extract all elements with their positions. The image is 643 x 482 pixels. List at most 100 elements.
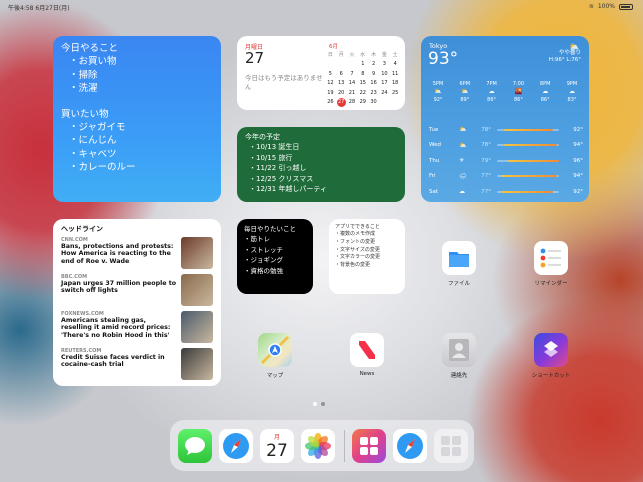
app-maps[interactable]: マップ [252,333,298,379]
hourly-forecast: 7:00 🌇 86° [507,80,529,104]
calendar-date: 13 [338,80,345,87]
calendar-date: 15 [359,80,366,87]
files-icon [442,241,476,275]
cloud-sun-icon: ⛅ [459,141,467,149]
cloud-sun-icon: ⛅ [461,88,469,95]
shopping-item: ・カレーのルー [69,162,136,173]
calendar-date: 3 [382,61,386,68]
app-library-icon[interactable] [434,429,468,463]
cloud-icon: ☁ [542,88,549,95]
widget-app-icon[interactable] [352,429,386,463]
daily-goals-item: ・ジョギング [244,256,283,264]
calendar-date: 7 [350,70,354,77]
weather-temp: 93° [428,49,459,69]
app-contacts[interactable]: 連絡先 [436,333,482,379]
calendar-app-icon[interactable]: 月 27 [260,429,294,463]
weather-widget[interactable]: Tokyo 93° ⛅ やや曇り H:96° L:76° 5PM ⛅ 92° 6PM ⛅… [421,36,589,202]
weather-condition: やや曇り H:96° L:76° [548,50,581,63]
temp-range-bar [497,159,559,162]
calendar-date: 23 [370,89,377,96]
cloud-sun-icon: ⛅ [434,88,442,95]
sun-icon: ☀ [459,157,465,165]
calendar-date: 2 [371,61,376,68]
calendar-date: 11 [391,70,399,77]
todo-item: ・洗濯 [69,83,98,94]
calendar-date: 16 [370,80,377,87]
news-headline: Japan urges 37 million people to switch … [61,280,177,295]
hourly-temp: 86° [513,97,523,103]
safari-recent-icon[interactable] [393,429,427,463]
news-app-icon [350,333,384,367]
reminders-label: リマインダー [534,281,568,287]
plans-widget[interactable]: 今年の予定 ・10/13 誕生日 ・10/15 旅行 ・11/22 引っ越し ・… [237,127,405,202]
plans-item: ・11/22 引っ越し [249,164,307,172]
hourly-temp: 92° [433,97,443,103]
plans-item: ・10/13 誕生日 [249,143,300,151]
status-right: ≋ 100% [589,3,633,10]
memo-item: ・複数のメモ作成 [335,231,376,237]
weather-daily: Tue ⛅ 78° 92° Wed ⛅ 78° 94° Thu ☀ 79° 96° Fri 🌧 77° 94°… [429,122,583,200]
hourly-forecast: 7PM ☁ 86° [481,80,503,104]
news-story[interactable]: BBC.COM Japan urges 37 million people to … [61,274,213,310]
safari-icon[interactable] [219,429,253,463]
plans-item: ・12/31 年越しパーティ [249,185,327,193]
page-indicator[interactable] [313,402,325,406]
news-widget[interactable]: ヘッドライン CNN.COM Bans, protections and prot… [53,219,221,386]
calendar-date: 17 [381,80,388,87]
page-dot[interactable] [313,402,317,406]
memo-title: アプリでできること [335,224,380,230]
weather-hourly: 5PM ⛅ 92° 6PM ⛅ 89° 7PM ☁ 86° 7:00 🌇 86° 8PM ☁ 86° 9PM ☁… [427,80,583,104]
calendar-weekday-header: 木 [371,52,377,59]
app-files[interactable]: ファイル [436,241,482,287]
calendar-date: 22 [359,89,366,96]
app-reminders[interactable]: リマインダー [528,241,574,287]
battery-icon [619,3,633,10]
calendar-date: 12 [327,80,334,87]
maps-label: マップ [266,373,284,379]
calendar-today: 27 [336,97,346,107]
wifi-icon: ≋ [588,3,594,10]
cloud-sun-icon: ⛅ [459,126,467,134]
hourly-temp: 83° [567,97,577,103]
temp-range-bar [497,175,559,178]
photos-icon[interactable] [301,429,335,463]
hourly-forecast: 6PM ⛅ 89° [454,80,476,104]
dock-separator [344,430,345,462]
app-news[interactable]: News [344,333,390,377]
calendar-date: 19 [327,89,334,96]
news-story[interactable]: REUTERS.COM Credit Suisse faces verdict i… [61,348,213,384]
hourly-time: 7PM [486,81,497,87]
shortcuts-icon [534,333,568,367]
memo-item: ・フォントの変更 [335,238,376,245]
calendar-date: 1 [361,61,365,68]
todo-widget[interactable]: 今日やること ・お買い物 ・掃除 ・洗濯 買いたい物 ・ジャガイモ ・にんじん … [53,36,221,202]
news-story[interactable]: CNN.COM Bans, protections and protests: H… [61,237,213,273]
dock-calendar-weekday: 月 [273,434,280,441]
daily-forecast: Wed ⛅ 78° 94° [429,138,583,154]
todo-title: 今日やること [61,43,119,54]
todo-item: ・お買い物 [69,56,117,67]
daily-goals-item: ・筋トレ [244,235,270,243]
battery-percent: 100% [597,3,615,10]
daily-goals-title: 毎日やりたいこと [244,225,296,233]
daily-goals-item: ・資格の勉強 [244,266,283,275]
daily-high: 92° [573,126,583,133]
calendar-weekday-header: 火 [349,52,355,59]
news-story[interactable]: FOXNEWS.COM Americans stealing gas, resel… [61,311,213,347]
hourly-time: 5PM [432,81,444,87]
daily-high: 94° [573,142,583,149]
daily-low: 77° [481,188,491,195]
calendar-widget[interactable]: 月曜日 27 今日はもう予定はありません 6月 日月火水木金土123456789… [237,36,405,110]
daily-high: 92° [573,188,583,195]
app-shortcuts[interactable]: ショートカット [528,333,574,379]
temp-range-bar [497,128,559,131]
news-headline: Americans stealing gas, reselling it ami… [61,317,171,339]
daily-goals-widget[interactable]: 毎日やりたいこと ・筋トレ ・ストレッチ ・ジョギング ・資格の勉強 [237,219,313,294]
calendar-date: 5 [328,70,332,77]
calendar-date: 8 [361,70,365,77]
hourly-forecast: 9PM ☁ 83° [561,80,583,104]
messages-icon[interactable] [178,429,212,463]
calendar-date: 20 [338,89,345,96]
memo-widget[interactable]: アプリでできること ・複数のメモ作成 ・フォントの変更 ・文字サイズの変更 ・文… [329,219,405,294]
page-dot[interactable] [321,402,325,406]
